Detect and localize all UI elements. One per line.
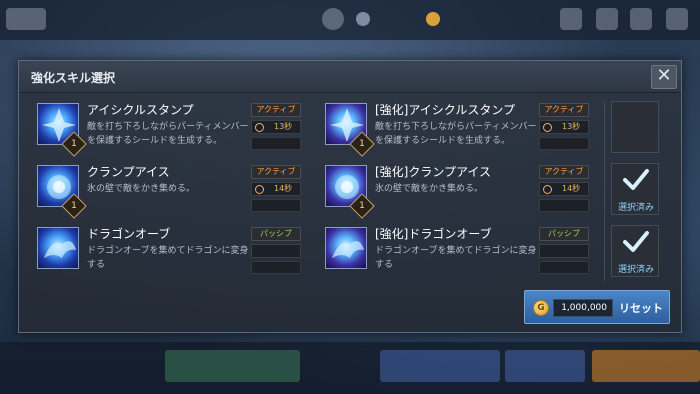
skill-name: ドラゴンオーブ (87, 227, 171, 241)
skill-name: クランプアイス (87, 165, 170, 179)
skill-level-badge: 1 (349, 193, 375, 219)
skill-description: 敵を打ち下ろしながらパーティメンバーを保護するシールドを生成する。 (375, 122, 537, 146)
skill-name: アイシクルスタンプ (87, 103, 194, 117)
skill-type-badge: アクティブ (251, 165, 301, 179)
clock-icon (255, 185, 264, 194)
skill-cooldown-empty (539, 244, 589, 258)
empty-stat-box (251, 261, 301, 274)
column-divider (604, 101, 605, 281)
mail-icon (560, 8, 582, 30)
selected-label: 選択済み (617, 265, 654, 275)
skill-description: ドラゴンオーブを集めてドラゴンに変身する (375, 246, 537, 270)
selection-slot-3[interactable]: 選択済み (611, 225, 659, 277)
empty-stat-box (251, 137, 301, 150)
clock-icon (255, 123, 264, 132)
skill-description: 敵を打ち下ろしながらパーティメンバーを保護するシールドを生成する。 (87, 122, 249, 146)
event-icon (322, 8, 344, 30)
skill-type-badge: アクティブ (539, 165, 589, 179)
skill-row[interactable]: ドラゴンオーブ ドラゴンオーブを集めてドラゴンに変身する パッシブ (37, 227, 307, 285)
skill-level-badge: 1 (61, 193, 87, 219)
gold-coin-icon: G (533, 300, 549, 316)
reset-cost: 1,000,000 (553, 299, 613, 317)
skill-row[interactable]: 1 アイシクルスタンプ 敵を打ち下ろしながらパーティメンバーを保護するシールドを… (37, 103, 307, 161)
message-icon (596, 8, 618, 30)
skill-cooldown-empty (251, 244, 301, 258)
skill-type-badge: アクティブ (539, 103, 589, 117)
bottom-button-4 (592, 350, 700, 382)
dialog-title: 強化スキル選択 (31, 71, 116, 85)
close-icon: ✕ (656, 65, 672, 86)
selection-slot-1[interactable] (611, 101, 659, 153)
currency-icon (356, 12, 370, 26)
enhanced-skill-row[interactable]: [強化]ドラゴンオーブ ドラゴンオーブを集めてドラゴンに変身する パッシブ (325, 227, 595, 285)
skill-type-badge: パッシブ (251, 227, 301, 241)
settings-icon (630, 8, 652, 30)
clock-icon (543, 185, 552, 194)
skill-cooldown: 13秒 (251, 120, 301, 134)
skill-row[interactable]: 1 クランプアイス 氷の壁で敵をかき集める。 アクティブ 14秒 (37, 165, 307, 223)
gold-icon (426, 12, 440, 26)
skill-cooldown: 14秒 (251, 182, 301, 196)
skill-name: [強化]クランプアイス (375, 165, 492, 179)
skill-description: 氷の壁で敵をかき集める。 (87, 184, 196, 194)
skill-type-badge: アクティブ (251, 103, 301, 117)
bottom-action-bar (0, 342, 700, 394)
skill-level-badge: 1 (61, 131, 87, 157)
skill-cooldown: 13秒 (539, 120, 589, 134)
bottom-button-3 (505, 350, 585, 382)
dialog-header: 強化スキル選択 ✕ (19, 61, 681, 93)
skill-icon-enhanced-dragon-orb (325, 227, 367, 269)
skill-type-badge: パッシブ (539, 227, 589, 241)
empty-stat-box (539, 199, 589, 212)
skill-name: [強化]アイシクルスタンプ (375, 103, 516, 117)
selection-slot-2[interactable]: 選択済み (611, 163, 659, 215)
back-icon (6, 8, 46, 30)
skill-description: 氷の壁で敵をかき集める。 (375, 184, 484, 194)
skill-cooldown: 14秒 (539, 182, 589, 196)
enhanced-skill-row[interactable]: 1 [強化]アイシクルスタンプ 敵を打ち下ろしながらパーティメンバーを保護するシ… (325, 103, 595, 161)
selected-label: 選択済み (617, 203, 654, 213)
close-button[interactable]: ✕ (651, 65, 677, 89)
empty-stat-box (251, 199, 301, 212)
menu-icon (666, 8, 688, 30)
bottom-button-2 (380, 350, 500, 382)
bottom-button-1 (165, 350, 300, 382)
reset-label: リセット (619, 302, 663, 315)
skill-icon-dragon-orb (37, 227, 79, 269)
top-status-bar (0, 0, 700, 40)
empty-stat-box (539, 137, 589, 150)
enhanced-skill-row[interactable]: 1 [強化]クランプアイス 氷の壁で敵をかき集める。 アクティブ 14秒 (325, 165, 595, 223)
checkmark-icon (623, 231, 649, 252)
skill-description: ドラゴンオーブを集めてドラゴンに変身する (87, 246, 249, 270)
checkmark-icon (623, 169, 649, 190)
reset-button[interactable]: G 1,000,000 リセット (524, 290, 670, 324)
enhanced-skill-dialog: 強化スキル選択 ✕ 1 アイシクルスタンプ 敵を打ち下ろしながらパーティメンバー… (18, 60, 682, 333)
skill-name: [強化]ドラゴンオーブ (375, 227, 492, 241)
skill-level-badge: 1 (349, 131, 375, 157)
clock-icon (543, 123, 552, 132)
empty-stat-box (539, 261, 589, 274)
